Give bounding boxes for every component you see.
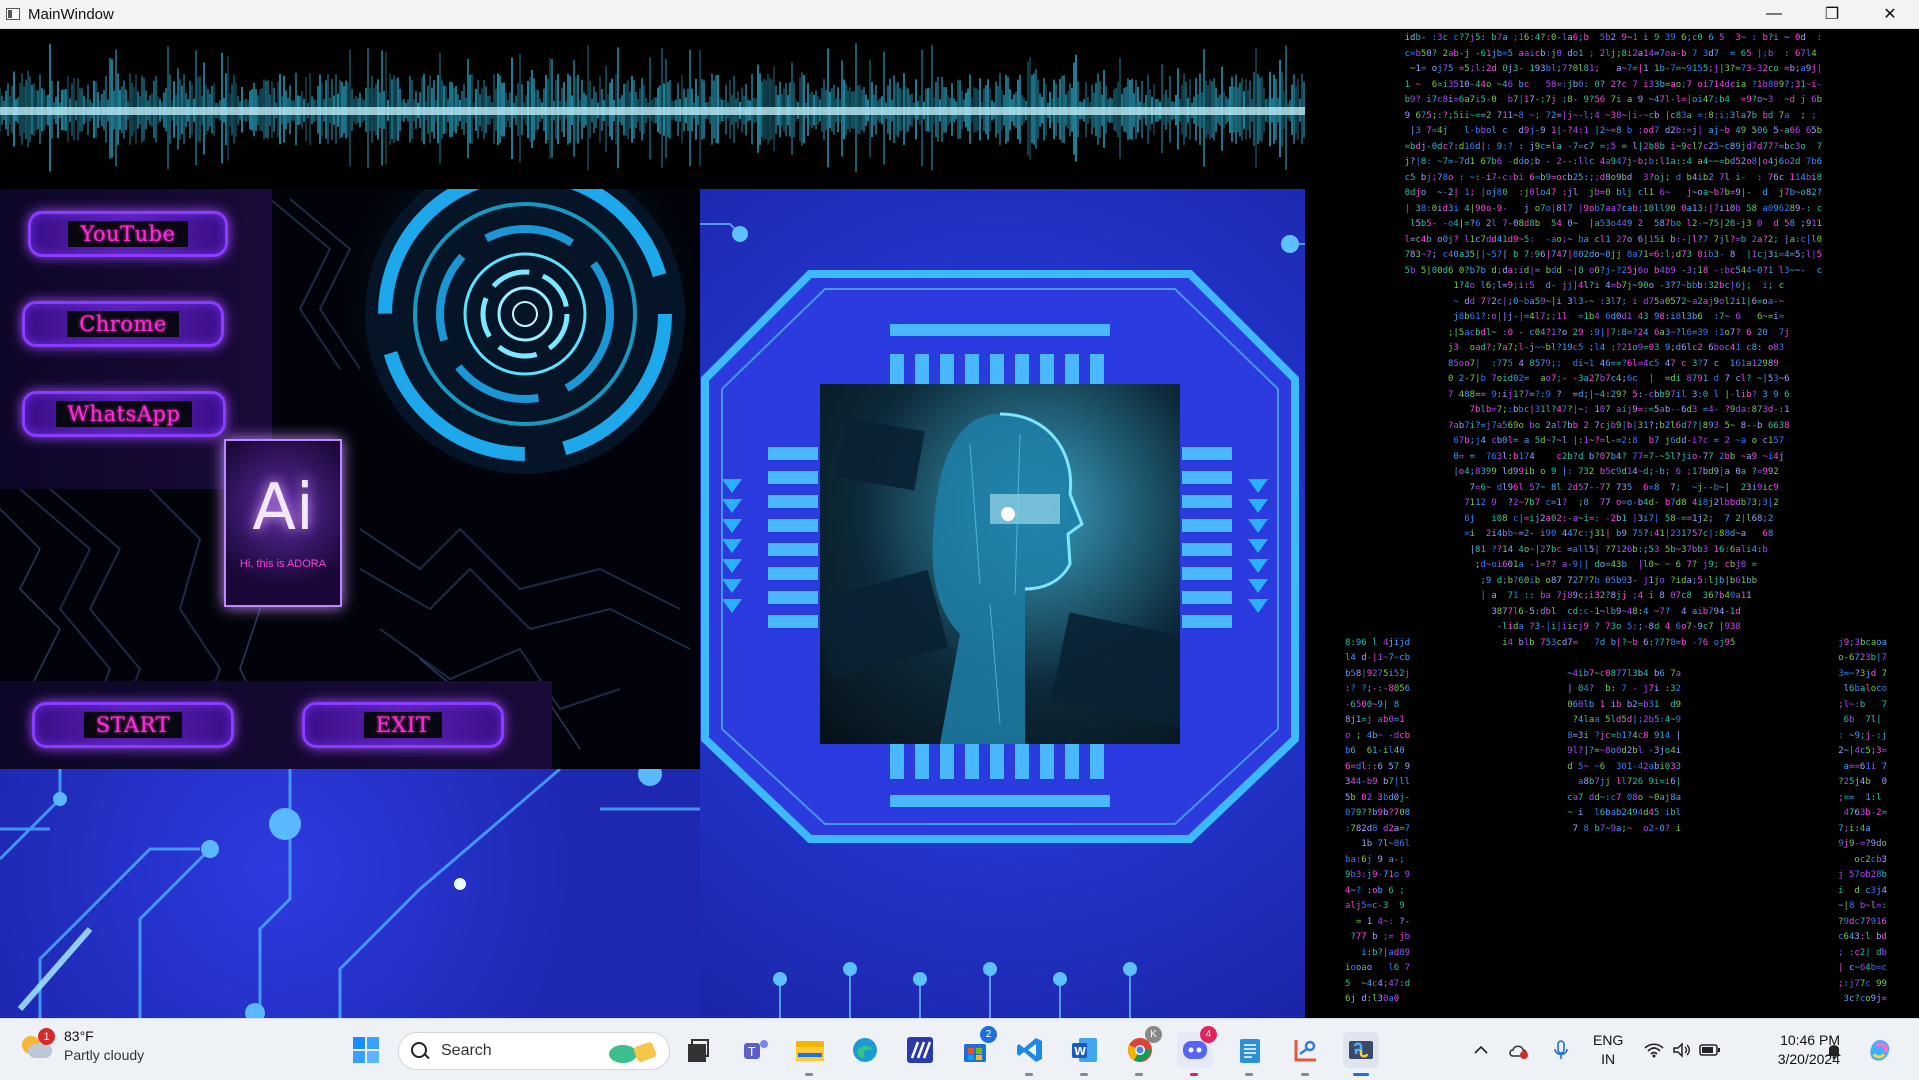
- copilot-icon[interactable]: [1862, 1032, 1898, 1068]
- whatsapp-button-label: WhatsApp: [55, 401, 193, 427]
- search-highlight-icon: [609, 1042, 657, 1063]
- svg-text:W: W: [1074, 1045, 1086, 1058]
- running-indicator: [1245, 1073, 1253, 1076]
- ai-logo: Ai Hi, this is ADORA: [224, 439, 342, 607]
- vscode-icon[interactable]: [1012, 1032, 1048, 1076]
- close-button[interactable]: ✕: [1861, 0, 1919, 29]
- store-badge: 2: [980, 1026, 997, 1043]
- language-line1: ENG: [1593, 1032, 1624, 1048]
- language-indicator[interactable]: ENG IN: [1593, 1031, 1623, 1069]
- portal-rings-image: [365, 189, 685, 474]
- chrome-icon[interactable]: K: [1122, 1026, 1162, 1076]
- ai-head-image: [820, 384, 1180, 744]
- teams-icon[interactable]: T: [738, 1032, 774, 1068]
- running-indicator: [805, 1073, 813, 1076]
- chevron-up-icon[interactable]: [1466, 1032, 1496, 1068]
- analytics-icon[interactable]: [902, 1032, 938, 1068]
- running-indicator: [1301, 1073, 1309, 1076]
- partly-cloudy-icon: 1: [20, 1028, 55, 1062]
- chrome-button[interactable]: Chrome: [22, 301, 224, 347]
- snipping-tool-icon[interactable]: [1288, 1032, 1324, 1076]
- ascii-art-panel: idb- :3c c?7j5: b7a ;16:4?:0-la6;b 5b2 9…: [1305, 29, 1919, 1018]
- weather-temperature: 83°F: [64, 1028, 94, 1044]
- exit-button-label: EXIT: [363, 712, 443, 738]
- main-content: YouTube Chrome WhatsApp START EXIT Ai Hi…: [0, 29, 1919, 1018]
- youtube-button-label: YouTube: [68, 221, 188, 247]
- taskbar-search[interactable]: Search: [398, 1032, 670, 1070]
- weather-widget[interactable]: 1 83°F Partly cloudy: [20, 1027, 144, 1065]
- word-icon[interactable]: W: [1067, 1032, 1103, 1076]
- window-controls: — ❐ ✕: [1745, 0, 1919, 29]
- ai-logo-caption: Hi, this is ADORA: [239, 558, 327, 570]
- circuit-board-bottom-image: [0, 769, 700, 1018]
- circuit-background-panel: YouTube Chrome WhatsApp START EXIT: [0, 189, 700, 769]
- file-explorer-icon[interactable]: [792, 1032, 828, 1076]
- running-indicator: [1025, 1073, 1033, 1076]
- start-button-label: START: [83, 712, 183, 738]
- battery-icon[interactable]: [1696, 1032, 1724, 1068]
- running-indicator: [1135, 1073, 1143, 1076]
- chrome-profile-badge: K: [1145, 1026, 1162, 1043]
- microphone-icon[interactable]: [1546, 1032, 1576, 1068]
- start-menu-icon[interactable]: [348, 1032, 384, 1068]
- running-indicator: [1190, 1073, 1198, 1076]
- exit-button[interactable]: EXIT: [302, 702, 504, 748]
- discord-badge: 4: [1200, 1026, 1217, 1043]
- chrome-button-label: Chrome: [67, 311, 179, 337]
- whatsapp-button[interactable]: WhatsApp: [22, 391, 226, 437]
- ai-logo-text: Ai: [252, 471, 314, 545]
- search-label: Search: [441, 1042, 492, 1059]
- audio-waveform-image: [0, 29, 1305, 189]
- running-indicator: [1353, 1073, 1369, 1076]
- running-indicator: [1080, 1073, 1088, 1076]
- title-bar: MainWindow — ❐ ✕: [0, 0, 1919, 29]
- window-title: MainWindow: [28, 5, 114, 23]
- weather-badge: 1: [38, 1028, 55, 1045]
- ai-head-illustration: [820, 412, 1180, 744]
- volume-icon[interactable]: [1668, 1032, 1696, 1068]
- cloud-sync-icon[interactable]: [1504, 1032, 1534, 1068]
- maximize-button[interactable]: ❐: [1803, 0, 1861, 29]
- weather-condition: Partly cloudy: [64, 1047, 145, 1063]
- circuit-lines-image: [0, 769, 700, 1018]
- search-icon: [411, 1042, 429, 1060]
- wifi-icon[interactable]: [1640, 1032, 1668, 1068]
- taskbar: 1 83°F Partly cloudy Search T 2 W K 4 EN…: [0, 1018, 1919, 1080]
- svg-text:T: T: [747, 1045, 756, 1059]
- notepad-icon[interactable]: [1232, 1032, 1268, 1076]
- ascii-art-image: idb- :3c c?7j5: b7a ;16:4?:0-la6;b 5b2 9…: [1345, 33, 1888, 1004]
- discord-icon[interactable]: 4: [1177, 1026, 1217, 1076]
- file-icon[interactable]: [680, 1032, 716, 1068]
- youtube-button[interactable]: YouTube: [28, 211, 228, 257]
- language-line2: IN: [1601, 1051, 1616, 1067]
- store-icon[interactable]: 2: [957, 1026, 997, 1068]
- minimize-button[interactable]: —: [1745, 0, 1803, 29]
- notification-bell-icon[interactable]: [1819, 1032, 1849, 1068]
- python-icon[interactable]: [1343, 1032, 1379, 1076]
- edge-icon[interactable]: [847, 1032, 883, 1068]
- start-button[interactable]: START: [32, 702, 234, 748]
- window-app-icon: [6, 8, 20, 20]
